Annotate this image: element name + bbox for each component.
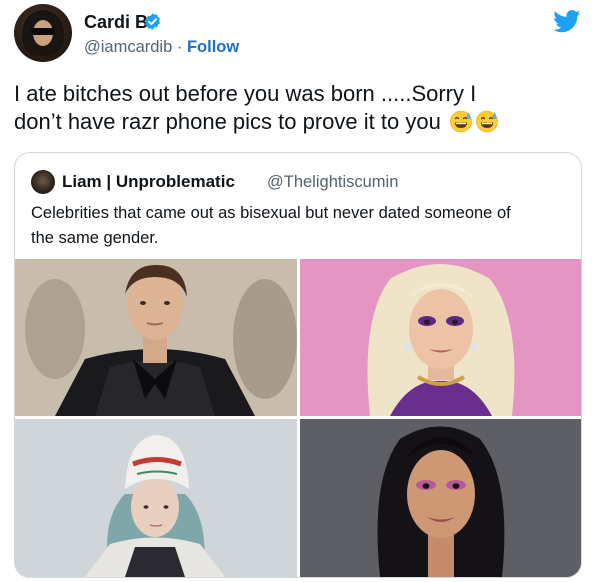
author-name[interactable]: Cardi B xyxy=(84,12,148,32)
verified-badge-icon xyxy=(145,13,160,30)
tweet-text-line-2-text: don’t have razr phone pics to prove it t… xyxy=(14,109,441,134)
quoted-tweet-text: Celebrities that came out as bisexual bu… xyxy=(31,201,571,251)
grinning-sweat-emoji-icon xyxy=(450,110,472,133)
author-handle[interactable]: @iamcardib xyxy=(84,38,172,56)
quoted-author-avatar[interactable] xyxy=(31,170,55,194)
quoted-text-line-1: Celebrities that came out as bisexual bu… xyxy=(31,204,511,222)
photo-grid xyxy=(15,259,581,577)
photo-girl-white-beanie[interactable] xyxy=(15,419,297,577)
author-handle-row: @iamcardib · Follow xyxy=(84,37,239,57)
quoted-tweet[interactable]: Liam | Unproblematic @Thelightiscumin Ce… xyxy=(14,152,582,578)
handle-separator: · xyxy=(176,38,183,56)
tweet-card: Cardi B @iamcardib · Follow I ate bitche… xyxy=(0,0,600,582)
grinning-sweat-emoji-icon xyxy=(476,110,498,133)
photo-man-black-bow[interactable] xyxy=(15,259,297,416)
author-avatar[interactable] xyxy=(14,4,72,62)
photo-blonde-woman[interactable] xyxy=(300,259,581,416)
quoted-text-line-2: the same gender. xyxy=(31,229,159,247)
twitter-bird-icon[interactable] xyxy=(553,10,581,33)
tweet-text: I ate bitches out before you was born ..… xyxy=(14,80,574,136)
tweet-text-line-2: don’t have razr phone pics to prove it t… xyxy=(14,108,574,136)
quoted-author-name[interactable]: Liam | Unproblematic xyxy=(62,172,235,192)
follow-button[interactable]: Follow xyxy=(187,38,239,56)
photo-woman-black-hair[interactable] xyxy=(300,419,581,577)
tweet-text-line-1: I ate bitches out before you was born ..… xyxy=(14,81,477,106)
quoted-author-handle[interactable]: @Thelightiscumin xyxy=(267,172,398,192)
